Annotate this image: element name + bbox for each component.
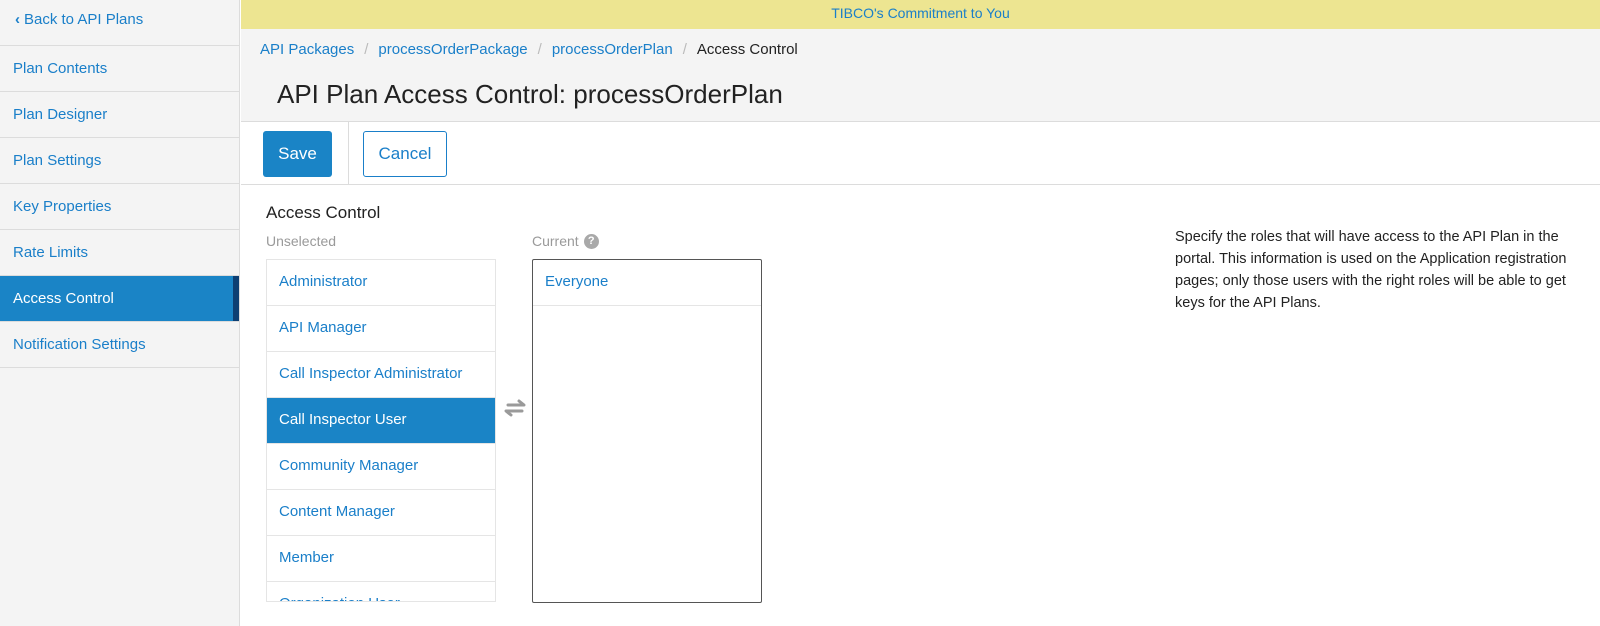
sidebar-item-access-control[interactable]: Access Control xyxy=(0,276,239,322)
breadcrumb-plan[interactable]: processOrderPlan xyxy=(552,41,673,58)
sidebar-item-rate-limits[interactable]: Rate Limits xyxy=(0,230,239,276)
access-control-heading: Access Control xyxy=(266,203,381,222)
role-item-content-manager[interactable]: Content Manager xyxy=(267,490,495,536)
banner-link[interactable]: TIBCO's Commitment to You xyxy=(831,5,1010,21)
save-button[interactable]: Save xyxy=(263,131,332,177)
page-title: API Plan Access Control: processOrderPla… xyxy=(277,79,783,109)
breadcrumb-current: Access Control xyxy=(696,41,798,58)
role-item-member[interactable]: Member xyxy=(267,536,495,582)
swap-arrows-icon[interactable] xyxy=(502,398,528,418)
role-item-call-inspector-user[interactable]: Call Inspector User xyxy=(267,398,495,444)
role-item-call-inspector-administrator[interactable]: Call Inspector Administrator xyxy=(267,352,495,398)
toolbar-divider xyxy=(348,122,349,184)
role-item-organization-user[interactable]: Organization User xyxy=(267,582,495,601)
breadcrumb-separator: / xyxy=(682,41,687,58)
toolbar: Save Cancel xyxy=(241,122,1600,185)
back-link-label: Back to API Plans xyxy=(24,10,144,28)
sidebar-item-notification-settings[interactable]: Notification Settings xyxy=(0,322,239,368)
role-item-api-manager[interactable]: API Manager xyxy=(267,306,495,352)
current-label: Current xyxy=(532,233,579,249)
role-item-everyone[interactable]: Everyone xyxy=(533,260,761,306)
breadcrumb-package[interactable]: processOrderPackage xyxy=(378,41,527,58)
unselected-label: Unselected xyxy=(266,233,337,249)
access-control-description: Specify the roles that will have access … xyxy=(1175,229,1567,311)
chevron-left-icon: ‹ xyxy=(15,10,20,28)
current-label-wrap: Current ? xyxy=(532,233,599,249)
breadcrumb: API Packages / processOrderPackage / pro… xyxy=(260,41,798,58)
current-roles-list[interactable]: Everyone xyxy=(532,259,762,603)
back-to-api-plans-link[interactable]: ‹ Back to API Plans xyxy=(0,0,239,46)
sidebar: ‹ Back to API Plans Plan Contents Plan D… xyxy=(0,0,240,626)
commitment-banner[interactable]: TIBCO's Commitment to You xyxy=(241,0,1600,29)
header-area: API Packages / processOrderPackage / pro… xyxy=(241,29,1600,122)
breadcrumb-api-packages[interactable]: API Packages xyxy=(260,41,354,58)
sidebar-item-plan-settings[interactable]: Plan Settings xyxy=(0,138,239,184)
role-item-administrator[interactable]: Administrator xyxy=(267,260,495,306)
sidebar-item-plan-contents[interactable]: Plan Contents xyxy=(0,46,239,92)
question-circle-icon[interactable]: ? xyxy=(583,233,599,249)
sidebar-item-key-properties[interactable]: Key Properties xyxy=(0,184,239,230)
cancel-button[interactable]: Cancel xyxy=(363,131,447,177)
unselected-roles-list[interactable]: Administrator API Manager Call Inspector… xyxy=(266,259,496,602)
breadcrumb-separator: / xyxy=(537,41,542,58)
breadcrumb-separator: / xyxy=(364,41,369,58)
role-item-community-manager[interactable]: Community Manager xyxy=(267,444,495,490)
sidebar-item-plan-designer[interactable]: Plan Designer xyxy=(0,92,239,138)
